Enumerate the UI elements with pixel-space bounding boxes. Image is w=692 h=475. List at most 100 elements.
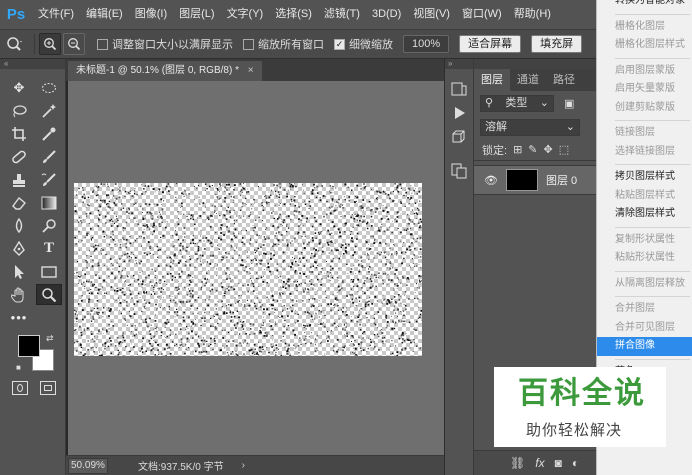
pen-tool-icon[interactable] — [6, 238, 32, 259]
close-tab-icon[interactable]: × — [248, 65, 254, 76]
menu-bar: Ps 文件(F) 编辑(E) 图像(I) 图层(L) 文字(Y) 选择(S) 滤… — [0, 0, 692, 29]
lock-pixels-icon[interactable]: ✎ — [528, 143, 537, 156]
default-colors-icon[interactable]: ■ — [16, 363, 21, 372]
context-menu-item[interactable]: 转换为智能对象 — [597, 0, 692, 11]
blur-tool-icon[interactable] — [6, 215, 32, 236]
chevron-down-icon: ⌄ — [539, 96, 549, 109]
screen-mode-icon[interactable] — [40, 381, 56, 395]
zoom-tool-preset-icon[interactable] — [0, 32, 30, 56]
filter-label: 类型 — [505, 96, 528, 109]
crop-tool-icon[interactable] — [6, 123, 32, 144]
menu-file[interactable]: 文件(F) — [32, 0, 80, 29]
blend-mode-dropdown[interactable]: 溶解 ⌄ — [480, 118, 580, 136]
document-tab-title: 未标题-1 @ 50.1% (图层 0, RGB/8) * — [76, 65, 239, 76]
collapse-icon[interactable]: « — [0, 59, 65, 69]
menu-3d[interactable]: 3D(D) — [366, 0, 407, 29]
context-menu-item: 粘贴图层样式 — [615, 189, 675, 201]
layer-filter-dropdown[interactable]: ⚲ 类型 ⌄ — [480, 94, 554, 112]
3d-panel-icon[interactable] — [445, 125, 473, 149]
document-tab[interactable]: 未标题-1 @ 50.1% (图层 0, RGB/8) * × — [68, 61, 262, 81]
clone-stamp-icon[interactable] — [6, 169, 32, 190]
more-tools-icon[interactable]: ••• — [6, 307, 32, 328]
menu-filter[interactable]: 滤镜(T) — [318, 0, 366, 29]
document-canvas[interactable] — [74, 183, 422, 356]
checkbox-box[interactable] — [243, 38, 254, 50]
actions-play-icon[interactable] — [445, 101, 473, 125]
menu-type[interactable]: 文字(Y) — [221, 0, 270, 29]
layer-row[interactable]: 👁 图层 0 — [474, 165, 596, 195]
lasso-tool-icon[interactable] — [6, 100, 32, 121]
context-menu-item[interactable]: 清除图层样式 — [597, 205, 692, 224]
context-menu-item: 启用图层蒙版 — [615, 64, 675, 76]
hand-tool-icon[interactable] — [6, 284, 32, 305]
type-tool-icon[interactable]: T — [36, 238, 62, 259]
gradient-tool-icon[interactable] — [36, 192, 62, 213]
scrubby-zoom-checkbox[interactable]: ✓ 细微缩放 — [334, 36, 393, 52]
status-menu-arrow[interactable]: › — [242, 460, 245, 471]
checkbox-box[interactable] — [97, 38, 108, 50]
tab-layers[interactable]: 图层 — [474, 69, 510, 91]
menu-image[interactable]: 图像(I) — [129, 0, 173, 29]
lock-position-icon[interactable]: ✥ — [544, 143, 553, 156]
lock-artboard-icon[interactable]: ⬚ — [559, 143, 569, 156]
link-icon[interactable]: ⛓ — [510, 456, 525, 470]
tab-paths[interactable]: 路径 — [546, 69, 582, 91]
menu-edit[interactable]: 编辑(E) — [80, 0, 129, 29]
context-menu-item: 栅格化图层 — [615, 20, 665, 32]
resize-window-checkbox[interactable]: 调整窗口大小以满屏显示 — [97, 36, 233, 52]
zoom-100-button[interactable]: 100% — [403, 35, 450, 53]
swap-colors-icon[interactable]: ⇄ — [46, 333, 54, 344]
context-menu-item[interactable]: 拷贝图层样式 — [597, 168, 692, 187]
path-selection-icon[interactable] — [6, 261, 32, 282]
menu-separator — [615, 57, 690, 59]
filter-row: ⚲ 类型 ⌄ ▣ — [474, 91, 596, 115]
watermark: 百科全说 助你轻松解决 — [494, 367, 666, 447]
zoom-out-button[interactable] — [63, 33, 85, 55]
eyedropper-icon[interactable] — [36, 123, 62, 144]
eraser-icon[interactable] — [6, 192, 32, 213]
fit-screen-button[interactable]: 适合屏幕 — [459, 35, 522, 53]
visibility-eye-icon[interactable]: 👁 — [484, 174, 498, 187]
dodge-tool-icon[interactable] — [36, 215, 62, 236]
mask-icon[interactable]: ◙ — [555, 456, 562, 470]
menu-separator — [615, 296, 690, 297]
properties-panel-icon[interactable] — [445, 159, 473, 183]
magic-wand-icon[interactable] — [36, 100, 62, 121]
zoom-level-field[interactable]: 50.09% — [68, 457, 108, 474]
canvas-pasteboard[interactable] — [68, 81, 444, 455]
panel-collapse-bar[interactable] — [474, 59, 596, 69]
history-brush-icon[interactable] — [36, 169, 62, 190]
healing-brush-icon[interactable] — [6, 146, 32, 167]
collapse-icon[interactable]: » — [445, 59, 473, 69]
history-panel-icon[interactable] — [445, 77, 473, 101]
zoom-all-label: 缩放所有窗口 — [258, 39, 324, 51]
zoom-in-button[interactable] — [39, 33, 61, 55]
brush-tool-icon[interactable] — [36, 146, 62, 167]
fill-screen-button[interactable]: 填充屏 — [531, 35, 583, 53]
tab-channels[interactable]: 通道 — [510, 69, 546, 91]
checkbox-box-checked[interactable]: ✓ — [334, 38, 345, 50]
move-tool-icon[interactable]: ✥ — [6, 77, 32, 98]
image-filter-icon[interactable]: ▣ — [564, 97, 574, 110]
elliptical-marquee-icon[interactable] — [36, 77, 62, 98]
zoom-tool-icon[interactable] — [36, 284, 62, 305]
menu-view[interactable]: 视图(V) — [407, 0, 456, 29]
menu-select[interactable]: 选择(S) — [269, 0, 318, 29]
context-menu-item: 复制形状属性 — [615, 233, 675, 245]
tools-panel: « ✥ T ••• ⇄ ■ — [0, 59, 66, 475]
quick-mask-icon[interactable] — [12, 381, 28, 395]
lock-transparent-icon[interactable]: ⊞ — [513, 143, 522, 156]
context-menu-item[interactable]: 拼合图像 — [597, 337, 692, 356]
adjustment-icon[interactable]: ◐ — [572, 456, 579, 470]
color-swatches: ⇄ ■ — [14, 333, 60, 381]
menu-window[interactable]: 窗口(W) — [456, 0, 508, 29]
zoom-all-windows-checkbox[interactable]: 缩放所有窗口 — [243, 36, 324, 52]
menu-help[interactable]: 帮助(H) — [508, 0, 557, 29]
fx-icon[interactable]: fx — [535, 456, 544, 470]
context-menu-item: 栅格化图层样式 — [615, 39, 685, 50]
foreground-color-swatch[interactable] — [18, 335, 40, 357]
watermark-title: 百科全说 — [518, 377, 646, 410]
menu-layer[interactable]: 图层(L) — [173, 0, 220, 29]
menu-separator — [615, 226, 690, 228]
rectangle-tool-icon[interactable] — [36, 261, 62, 282]
